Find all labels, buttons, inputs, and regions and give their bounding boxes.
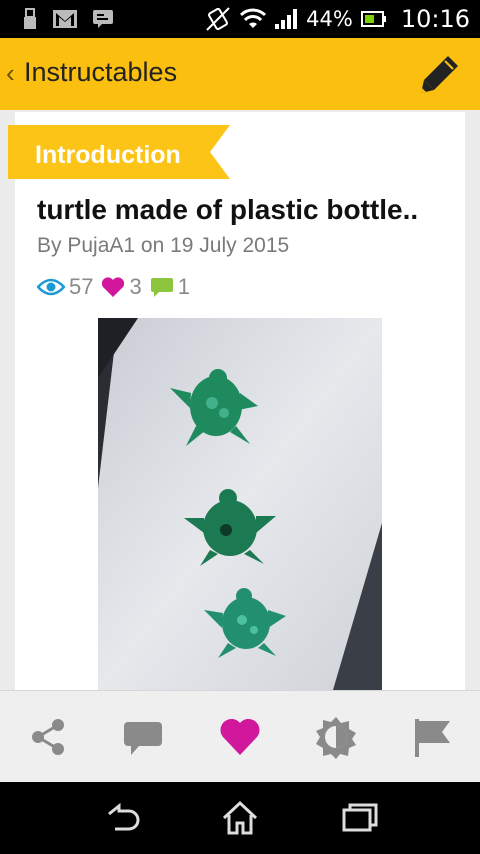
recents-icon[interactable] [340, 800, 380, 836]
comment-small-icon [150, 278, 173, 297]
stats-row: 57 3 1 [37, 274, 198, 300]
message-icon [93, 10, 113, 28]
heart-icon[interactable] [218, 715, 262, 759]
vibrate-icon [206, 7, 230, 31]
back-icon[interactable] [101, 800, 141, 836]
views-count: 57 [69, 274, 94, 299]
battery-percent: 44% [306, 7, 353, 31]
comment-icon[interactable] [121, 715, 165, 759]
comments-stat: 1 [150, 274, 190, 300]
app-title[interactable]: Instructables [24, 57, 177, 88]
favorites-count: 3 [129, 274, 142, 299]
step-title: turtle made of plastic bottle.. [37, 194, 419, 225]
gmail-icon [53, 10, 77, 28]
introduction-label: Introduction [35, 141, 181, 169]
brightness-icon[interactable] [314, 715, 358, 759]
wifi-icon [240, 8, 267, 28]
bottom-toolbar [0, 690, 480, 782]
pencil-icon[interactable] [418, 52, 462, 96]
eye-icon [37, 278, 65, 296]
share-icon[interactable] [26, 715, 70, 759]
action-bar: ‹ Instructables [0, 38, 480, 110]
author-byline[interactable]: By PujaA1 on 19 July 2015 [37, 234, 289, 258]
navigation-bar [0, 782, 480, 854]
notification-icons [22, 8, 114, 30]
up-navigation-icon[interactable]: ‹ [6, 58, 15, 89]
comments-count: 1 [177, 274, 190, 299]
battery-icon [360, 11, 386, 27]
flag-icon[interactable] [410, 715, 454, 759]
step-photo[interactable] [98, 318, 382, 690]
usb-icon [24, 8, 36, 29]
signal-icon [275, 9, 298, 29]
system-indicators: 44% 10:16 [204, 4, 470, 34]
favorites-stat: 3 [101, 274, 142, 300]
status-bar: 44% 10:16 [0, 0, 480, 38]
home-icon[interactable] [220, 800, 260, 836]
clock: 10:16 [400, 5, 470, 33]
views-stat: 57 [37, 274, 93, 300]
heart-small-icon [102, 277, 125, 297]
